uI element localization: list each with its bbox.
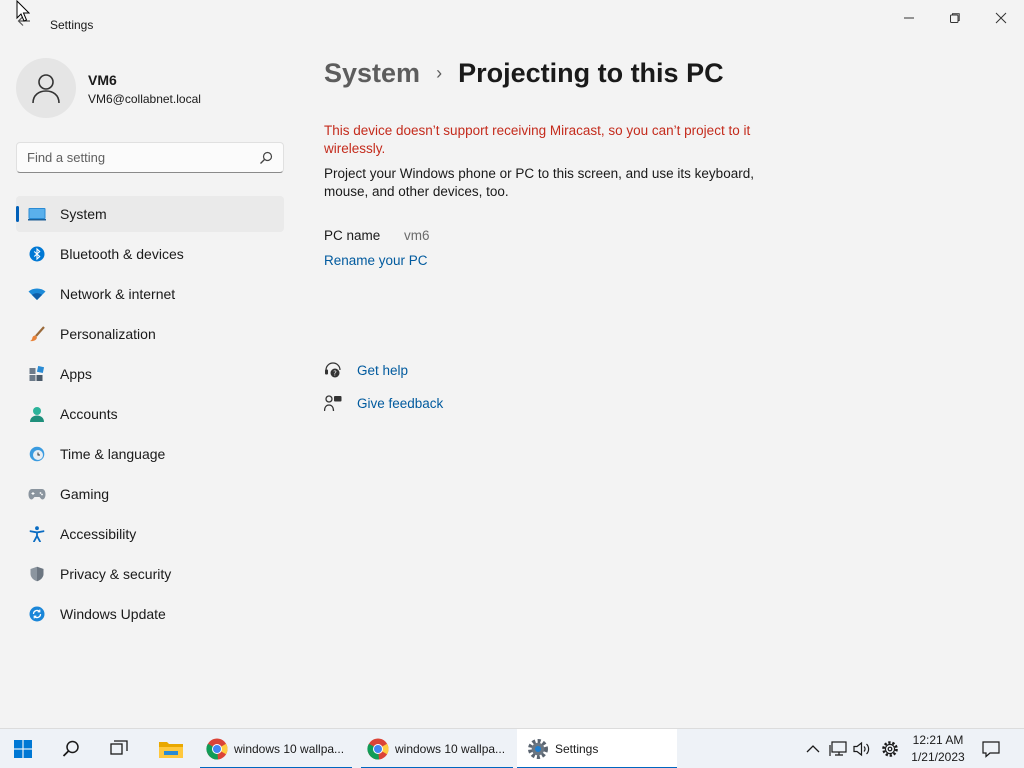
sidebar-item-label: Time & language (60, 446, 166, 462)
system-icon (28, 205, 46, 223)
brush-icon (28, 325, 46, 343)
miracast-warning: This device doesn’t support receiving Mi… (324, 123, 751, 156)
windows-logo-icon (14, 740, 32, 758)
folder-icon (159, 742, 183, 758)
apps-icon (28, 365, 46, 383)
search-icon (62, 740, 79, 757)
sidebar-item-accessibility[interactable]: Accessibility (16, 516, 284, 552)
clock-date: 1/21/2023 (911, 750, 965, 764)
breadcrumb: System › Projecting to this PC (324, 58, 724, 89)
gamepad-icon (28, 485, 46, 503)
update-icon (28, 605, 46, 623)
breadcrumb-separator: › (436, 63, 443, 83)
sidebar-item-accounts[interactable]: Accounts (16, 396, 284, 432)
taskbar-app-chrome-2[interactable]: windows 10 wallpa... (361, 729, 513, 768)
user-email: VM6@collabnet.local (88, 92, 201, 106)
sidebar-item-label: Personalization (60, 326, 156, 342)
task-view-icon (110, 740, 128, 755)
sidebar-item-label: System (60, 206, 107, 222)
search-box[interactable] (16, 142, 284, 173)
shield-icon (28, 565, 46, 583)
sidebar-item-apps[interactable]: Apps (16, 356, 284, 392)
chrome-icon (367, 738, 389, 760)
taskbar-app-settings[interactable]: Settings (517, 729, 677, 768)
chevron-up-icon (806, 745, 820, 753)
minimize-button[interactable] (886, 4, 932, 32)
close-button[interactable] (978, 4, 1024, 32)
notifications-button[interactable] (982, 729, 1000, 768)
sidebar-item-privacy[interactable]: Privacy & security (16, 556, 284, 592)
sidebar-item-label: Apps (60, 366, 92, 382)
give-feedback-icon (324, 395, 342, 412)
sidebar-item-label: Network & internet (60, 286, 176, 302)
sidebar-item-bluetooth[interactable]: Bluetooth & devices (16, 236, 284, 272)
title-bar: Settings (0, 0, 1024, 40)
sidebar-item-label: Bluetooth & devices (60, 246, 184, 262)
notification-icon (982, 741, 1000, 758)
task-view-button[interactable] (110, 729, 128, 768)
show-hidden-icons-button[interactable] (806, 729, 820, 768)
settings-tray-button[interactable] (881, 729, 899, 768)
sidebar-item-personalization[interactable]: Personalization (16, 316, 284, 352)
speaker-icon (853, 741, 870, 757)
close-icon (995, 12, 1007, 24)
taskbar-app-label: Settings (555, 742, 599, 756)
start-button[interactable] (14, 729, 32, 768)
taskbar-app-chrome-1[interactable]: windows 10 wallpa... (200, 729, 352, 768)
sidebar-item-network[interactable]: Network & internet (16, 276, 284, 312)
clock-globe-icon (28, 445, 46, 463)
get-help-icon: ? (325, 362, 341, 378)
get-help-link[interactable]: Get help (357, 363, 408, 378)
pc-name-value: vm6 (404, 228, 430, 243)
sidebar-item-label: Accounts (60, 406, 118, 422)
minimize-icon (904, 17, 914, 19)
search-icon[interactable] (259, 151, 273, 165)
pc-name-label: PC name (324, 228, 381, 243)
taskbar: windows 10 wallpa... windows 10 wallpa..… (0, 728, 1024, 768)
network-tray-button[interactable] (829, 729, 847, 768)
search-input[interactable] (17, 143, 247, 172)
settings-gear-icon (528, 739, 548, 759)
give-feedback-link[interactable]: Give feedback (357, 396, 443, 411)
taskbar-clock[interactable]: 12:21 AM 1/21/2023 (906, 732, 970, 766)
bluetooth-icon (28, 245, 46, 263)
restore-icon (950, 13, 960, 23)
rename-pc-link[interactable]: Rename your PC (324, 253, 428, 268)
file-explorer-button[interactable] (158, 729, 184, 768)
sidebar-item-time-language[interactable]: Time & language (16, 436, 284, 472)
taskbar-app-label: windows 10 wallpa... (395, 742, 506, 756)
page-title: Projecting to this PC (458, 58, 724, 88)
sidebar-item-label: Accessibility (60, 526, 137, 542)
accounts-icon (28, 405, 46, 423)
breadcrumb-parent[interactable]: System (324, 58, 420, 89)
sidebar-item-label: Windows Update (60, 606, 166, 622)
clock-time: 12:21 AM (912, 733, 964, 747)
sidebar-nav: System Bluetooth & devices Network & int… (16, 196, 284, 636)
user-name: VM6 (88, 72, 117, 88)
projection-description: Project your Windows phone or PC to this… (324, 166, 754, 199)
taskbar-search-button[interactable] (62, 729, 80, 768)
taskbar-app-label: windows 10 wallpa... (234, 742, 345, 756)
volume-tray-button[interactable] (853, 729, 871, 768)
mouse-cursor-icon (16, 0, 30, 22)
accessibility-icon (28, 525, 46, 543)
sidebar-item-label: Privacy & security (60, 566, 172, 582)
get-help-row[interactable]: ? Get help (324, 361, 408, 379)
avatar[interactable] (16, 58, 76, 118)
restore-button[interactable] (932, 4, 978, 32)
sidebar-item-label: Gaming (60, 486, 110, 502)
svg-text:?: ? (333, 370, 337, 378)
app-title: Settings (50, 18, 94, 32)
sidebar-item-windows-update[interactable]: Windows Update (16, 596, 284, 632)
wifi-icon (28, 285, 46, 303)
sidebar-item-gaming[interactable]: Gaming (16, 476, 284, 512)
gear-icon (882, 741, 898, 757)
network-wired-icon (829, 741, 847, 756)
give-feedback-row[interactable]: Give feedback (324, 394, 443, 412)
user-icon (32, 74, 60, 104)
chrome-icon (206, 738, 228, 760)
sidebar-item-system[interactable]: System (16, 196, 284, 232)
